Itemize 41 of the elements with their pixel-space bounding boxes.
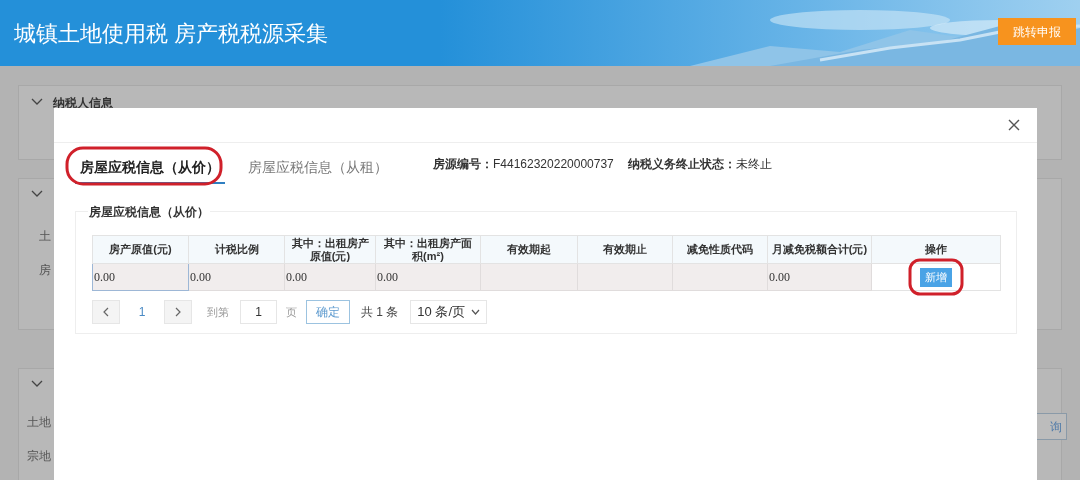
chevron-icon <box>31 97 43 107</box>
table-cell: 0.00 <box>284 263 376 291</box>
submit-button[interactable]: 跳转申报 <box>998 18 1076 45</box>
column-header: 其中：出租房产原值(元) <box>284 235 376 264</box>
chevron-icon <box>31 379 43 389</box>
section-title: 房屋应税信息（从价） <box>88 203 210 221</box>
page-title: 城镇土地使用税 房产税税源采集 <box>14 19 329 48</box>
page-unit-label: 页 <box>286 304 297 320</box>
page-number[interactable]: 1 <box>120 303 164 321</box>
goto-label: 到第 <box>207 304 229 320</box>
table-cell: 0.00 <box>92 263 189 291</box>
next-page-button[interactable] <box>164 300 192 324</box>
field-label: 宗地 <box>27 448 51 465</box>
field-label: 土 <box>39 228 51 245</box>
total-count: 共 1 条 <box>361 304 399 321</box>
page-input[interactable]: 1 <box>240 300 277 324</box>
column-header: 有效期止 <box>577 235 673 264</box>
confirm-button[interactable]: 确定 <box>306 300 350 324</box>
field-label: 房 <box>39 262 51 279</box>
column-header: 房产原值(元) <box>92 235 189 264</box>
column-header: 减免性质代码 <box>672 235 768 264</box>
column-header: 月减免税额合计(元) <box>767 235 872 264</box>
info-text: 房源编号：F44162320220000737 <box>433 156 614 173</box>
tab[interactable]: 房屋应税信息（从租） <box>243 152 393 184</box>
field-label: 土地 <box>27 414 51 431</box>
column-header: 有效期起 <box>480 235 578 264</box>
column-header: 其中：出租房产面积(m²) <box>375 235 481 264</box>
close-icon[interactable] <box>1008 119 1020 131</box>
chevron-right-icon <box>174 307 182 317</box>
caret-icon <box>471 309 481 315</box>
page-size-select[interactable]: 10 条/页 <box>410 300 488 324</box>
table-cell: 0.00 <box>767 263 872 291</box>
column-header: 操作 <box>871 235 1001 264</box>
table-cell: 0.00 <box>188 263 285 291</box>
chevron-left-icon <box>102 307 110 317</box>
add-button[interactable]: 新增 <box>920 267 952 287</box>
previous-page-button[interactable] <box>92 300 120 324</box>
column-header: 计税比例 <box>188 235 285 264</box>
table-cell: 0.00 <box>375 263 481 291</box>
chevron-icon <box>31 189 43 199</box>
info-text: 纳税义务终止状态：未终止 <box>627 156 772 173</box>
